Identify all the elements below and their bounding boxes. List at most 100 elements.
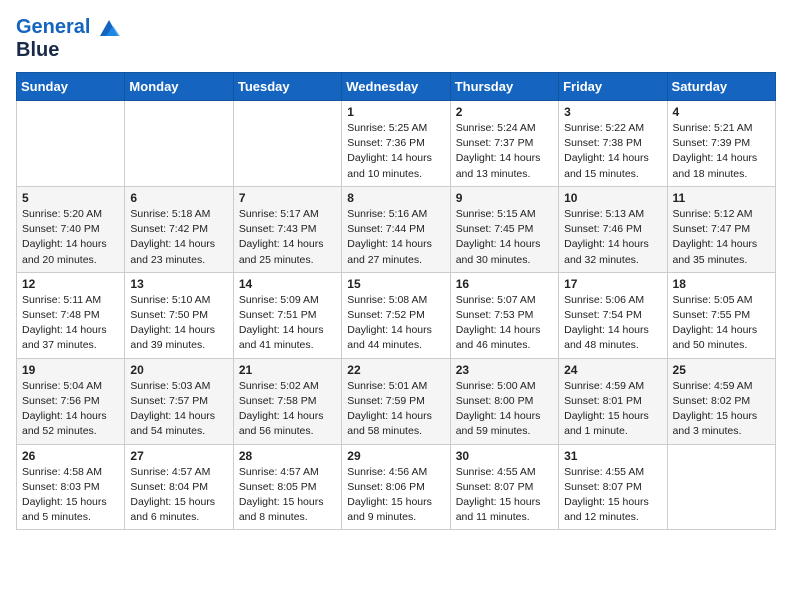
day-number: 29 (347, 449, 444, 463)
calendar-table: SundayMondayTuesdayWednesdayThursdayFrid… (16, 72, 776, 530)
weekday-header-monday: Monday (125, 73, 233, 101)
day-number: 13 (130, 277, 227, 291)
day-number: 12 (22, 277, 119, 291)
day-number: 21 (239, 363, 336, 377)
calendar-week-row: 5 Sunrise: 5:20 AM Sunset: 7:40 PM Daylig… (17, 186, 776, 272)
calendar-cell (125, 101, 233, 187)
day-number: 2 (456, 105, 553, 119)
day-number: 3 (564, 105, 661, 119)
day-info: Sunrise: 5:24 AM Sunset: 7:37 PM Dayligh… (456, 121, 553, 182)
day-number: 11 (673, 191, 770, 205)
calendar-cell: 6 Sunrise: 5:18 AM Sunset: 7:42 PM Daylig… (125, 186, 233, 272)
calendar-cell: 2 Sunrise: 5:24 AM Sunset: 7:37 PM Daylig… (450, 101, 558, 187)
day-number: 19 (22, 363, 119, 377)
calendar-cell: 11 Sunrise: 5:12 AM Sunset: 7:47 PM Dayli… (667, 186, 775, 272)
day-number: 7 (239, 191, 336, 205)
day-info: Sunrise: 5:20 AM Sunset: 7:40 PM Dayligh… (22, 207, 119, 268)
weekday-header-friday: Friday (559, 73, 667, 101)
weekday-header-saturday: Saturday (667, 73, 775, 101)
day-info: Sunrise: 5:21 AM Sunset: 7:39 PM Dayligh… (673, 121, 770, 182)
day-info: Sunrise: 5:01 AM Sunset: 7:59 PM Dayligh… (347, 379, 444, 440)
calendar-cell: 4 Sunrise: 5:21 AM Sunset: 7:39 PM Daylig… (667, 101, 775, 187)
day-number: 17 (564, 277, 661, 291)
calendar-cell: 21 Sunrise: 5:02 AM Sunset: 7:58 PM Dayli… (233, 358, 341, 444)
day-info: Sunrise: 5:10 AM Sunset: 7:50 PM Dayligh… (130, 293, 227, 354)
calendar-cell: 20 Sunrise: 5:03 AM Sunset: 7:57 PM Dayli… (125, 358, 233, 444)
day-info: Sunrise: 5:18 AM Sunset: 7:42 PM Dayligh… (130, 207, 227, 268)
calendar-cell: 3 Sunrise: 5:22 AM Sunset: 7:38 PM Daylig… (559, 101, 667, 187)
calendar-cell: 12 Sunrise: 5:11 AM Sunset: 7:48 PM Dayli… (17, 272, 125, 358)
day-number: 26 (22, 449, 119, 463)
day-number: 15 (347, 277, 444, 291)
day-number: 24 (564, 363, 661, 377)
day-info: Sunrise: 4:55 AM Sunset: 8:07 PM Dayligh… (456, 465, 553, 526)
calendar-cell: 10 Sunrise: 5:13 AM Sunset: 7:46 PM Dayli… (559, 186, 667, 272)
day-info: Sunrise: 5:15 AM Sunset: 7:45 PM Dayligh… (456, 207, 553, 268)
weekday-header-sunday: Sunday (17, 73, 125, 101)
calendar-cell: 22 Sunrise: 5:01 AM Sunset: 7:59 PM Dayli… (342, 358, 450, 444)
calendar-cell: 24 Sunrise: 4:59 AM Sunset: 8:01 PM Dayli… (559, 358, 667, 444)
day-info: Sunrise: 5:03 AM Sunset: 7:57 PM Dayligh… (130, 379, 227, 440)
day-info: Sunrise: 5:00 AM Sunset: 8:00 PM Dayligh… (456, 379, 553, 440)
calendar-cell: 17 Sunrise: 5:06 AM Sunset: 7:54 PM Dayli… (559, 272, 667, 358)
logo-line2: Blue (16, 39, 120, 62)
day-info: Sunrise: 5:04 AM Sunset: 7:56 PM Dayligh… (22, 379, 119, 440)
calendar-cell: 29Sunrise: 4:56 AM Sunset: 8:06 PM Dayli… (342, 444, 450, 530)
day-info: Sunrise: 5:22 AM Sunset: 7:38 PM Dayligh… (564, 121, 661, 182)
day-info: Sunrise: 4:55 AM Sunset: 8:07 PM Dayligh… (564, 465, 661, 526)
page-header: General Blue (16, 16, 776, 62)
calendar-cell (233, 101, 341, 187)
calendar-cell: 27 Sunrise: 4:57 AM Sunset: 8:04 PM Dayli… (125, 444, 233, 530)
day-info: Sunrise: 4:59 AM Sunset: 8:01 PM Dayligh… (564, 379, 661, 440)
day-number: 18 (673, 277, 770, 291)
calendar-cell: 8Sunrise: 5:16 AM Sunset: 7:44 PM Daylig… (342, 186, 450, 272)
calendar-week-row: 19 Sunrise: 5:04 AM Sunset: 7:56 PM Dayli… (17, 358, 776, 444)
day-number: 5 (22, 191, 119, 205)
day-number: 14 (239, 277, 336, 291)
day-info: Sunrise: 5:07 AM Sunset: 7:53 PM Dayligh… (456, 293, 553, 354)
calendar-cell: 9 Sunrise: 5:15 AM Sunset: 7:45 PM Daylig… (450, 186, 558, 272)
calendar-cell: 13 Sunrise: 5:10 AM Sunset: 7:50 PM Dayli… (125, 272, 233, 358)
calendar-cell: 31 Sunrise: 4:55 AM Sunset: 8:07 PM Dayli… (559, 444, 667, 530)
logo-icon (98, 18, 120, 38)
day-info: Sunrise: 4:57 AM Sunset: 8:04 PM Dayligh… (130, 465, 227, 526)
weekday-header-tuesday: Tuesday (233, 73, 341, 101)
calendar-week-row: 12 Sunrise: 5:11 AM Sunset: 7:48 PM Dayli… (17, 272, 776, 358)
day-number: 9 (456, 191, 553, 205)
calendar-cell: 7 Sunrise: 5:17 AM Sunset: 7:43 PM Daylig… (233, 186, 341, 272)
logo: General Blue (16, 16, 120, 62)
calendar-week-row: 1 Sunrise: 5:25 AM Sunset: 7:36 PM Daylig… (17, 101, 776, 187)
day-info: Sunrise: 5:05 AM Sunset: 7:55 PM Dayligh… (673, 293, 770, 354)
day-number: 4 (673, 105, 770, 119)
calendar-cell: 15 Sunrise: 5:08 AM Sunset: 7:52 PM Dayli… (342, 272, 450, 358)
calendar-cell: 16 Sunrise: 5:07 AM Sunset: 7:53 PM Dayli… (450, 272, 558, 358)
day-number: 6 (130, 191, 227, 205)
day-info: Sunrise: 5:12 AM Sunset: 7:47 PM Dayligh… (673, 207, 770, 268)
day-number: 10 (564, 191, 661, 205)
day-info: Sunrise: 5:17 AM Sunset: 7:43 PM Dayligh… (239, 207, 336, 268)
calendar-cell (17, 101, 125, 187)
calendar-cell: 19 Sunrise: 5:04 AM Sunset: 7:56 PM Dayli… (17, 358, 125, 444)
day-number: 20 (130, 363, 227, 377)
day-info: Sunrise: 5:02 AM Sunset: 7:58 PM Dayligh… (239, 379, 336, 440)
day-info: Sunrise: 5:25 AM Sunset: 7:36 PM Dayligh… (347, 121, 444, 182)
calendar-cell (667, 444, 775, 530)
day-info: Sunrise: 5:11 AM Sunset: 7:48 PM Dayligh… (22, 293, 119, 354)
day-info: Sunrise: 4:58 AM Sunset: 8:03 PM Dayligh… (22, 465, 119, 526)
calendar-week-row: 26 Sunrise: 4:58 AM Sunset: 8:03 PM Dayli… (17, 444, 776, 530)
day-info: Sunrise: 5:06 AM Sunset: 7:54 PM Dayligh… (564, 293, 661, 354)
day-number: 27 (130, 449, 227, 463)
day-number: 8 (347, 191, 444, 205)
day-number: 16 (456, 277, 553, 291)
day-number: 23 (456, 363, 553, 377)
calendar-cell: 28Sunrise: 4:57 AM Sunset: 8:05 PM Dayli… (233, 444, 341, 530)
day-info: Sunrise: 5:08 AM Sunset: 7:52 PM Dayligh… (347, 293, 444, 354)
day-number: 31 (564, 449, 661, 463)
day-info: Sunrise: 5:13 AM Sunset: 7:46 PM Dayligh… (564, 207, 661, 268)
day-number: 1 (347, 105, 444, 119)
day-number: 22 (347, 363, 444, 377)
calendar-cell: 5 Sunrise: 5:20 AM Sunset: 7:40 PM Daylig… (17, 186, 125, 272)
calendar-cell: 23 Sunrise: 5:00 AM Sunset: 8:00 PM Dayli… (450, 358, 558, 444)
calendar-cell: 14Sunrise: 5:09 AM Sunset: 7:51 PM Dayli… (233, 272, 341, 358)
calendar-cell: 25Sunrise: 4:59 AM Sunset: 8:02 PM Dayli… (667, 358, 775, 444)
